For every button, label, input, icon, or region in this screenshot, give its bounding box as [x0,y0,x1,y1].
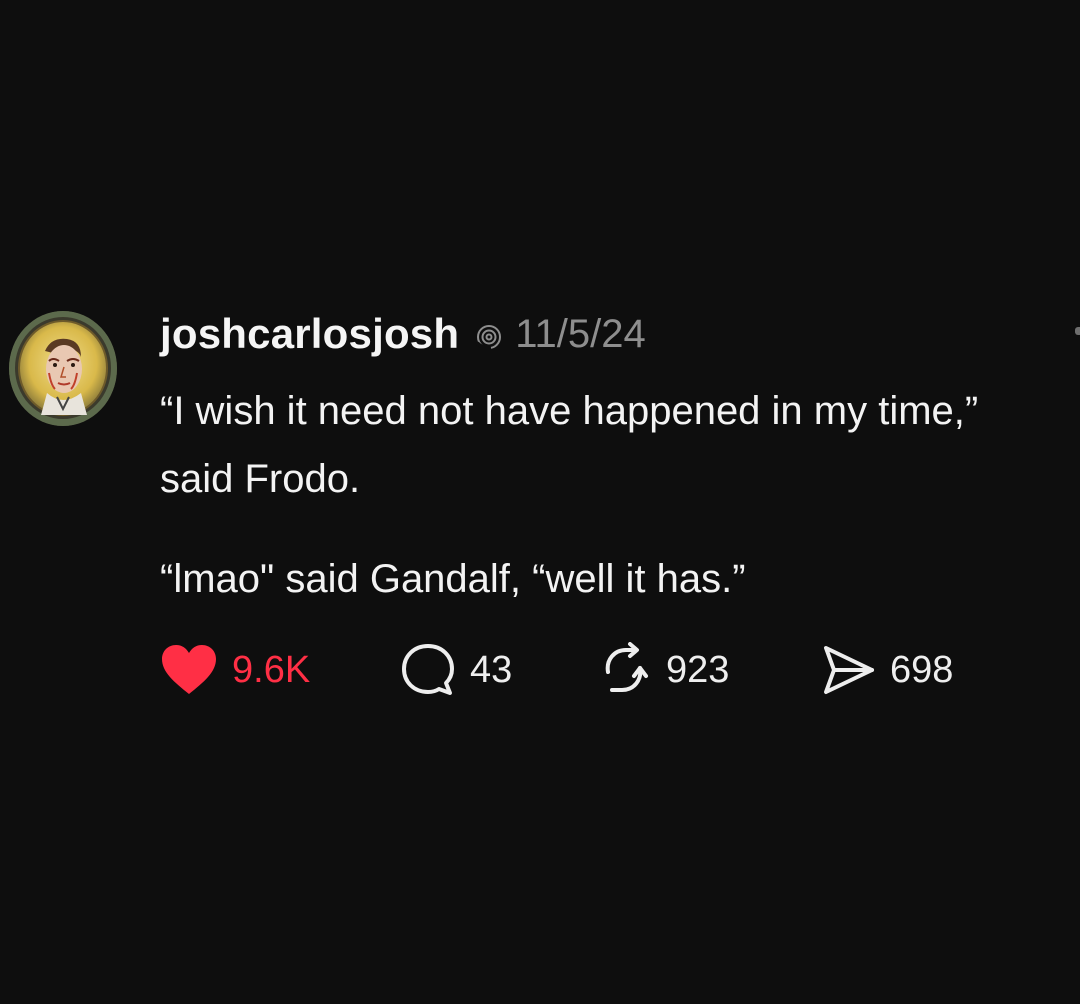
action-bar: 9.6K 43 923 698 [160,640,953,700]
repost-button[interactable]: 923 [596,640,820,700]
comment-count: 43 [470,648,513,691]
post-body: “I wish it need not have happened in my … [160,377,1060,613]
share-count: 698 [890,648,954,691]
avatar-image [9,311,117,426]
post-paragraph-1: “I wish it need not have happened in my … [160,389,979,501]
heart-icon [162,645,216,694]
send-paper-plane-icon [824,646,874,694]
like-button[interactable]: 9.6K [160,640,400,700]
repost-arrows-icon [605,642,648,692]
speech-bubble-icon [402,644,454,695]
post-paragraph-2: “lmao" said Gandalf, “well it has.” [160,557,746,601]
username[interactable]: joshcarlosjosh [160,310,459,358]
comment-button[interactable]: 43 [400,640,596,700]
threads-logo-icon [473,321,505,353]
share-button[interactable]: 698 [820,640,953,700]
avatar[interactable] [9,311,117,426]
post-date[interactable]: 11/5/24 [515,312,646,357]
post-card: joshcarlosjosh 11/5/24 “I wish it need n… [0,0,1080,1004]
like-count: 9.6K [232,648,311,691]
repost-count: 923 [666,648,730,691]
more-options-icon[interactable] [1075,327,1080,335]
post-header: joshcarlosjosh 11/5/24 [160,306,646,362]
